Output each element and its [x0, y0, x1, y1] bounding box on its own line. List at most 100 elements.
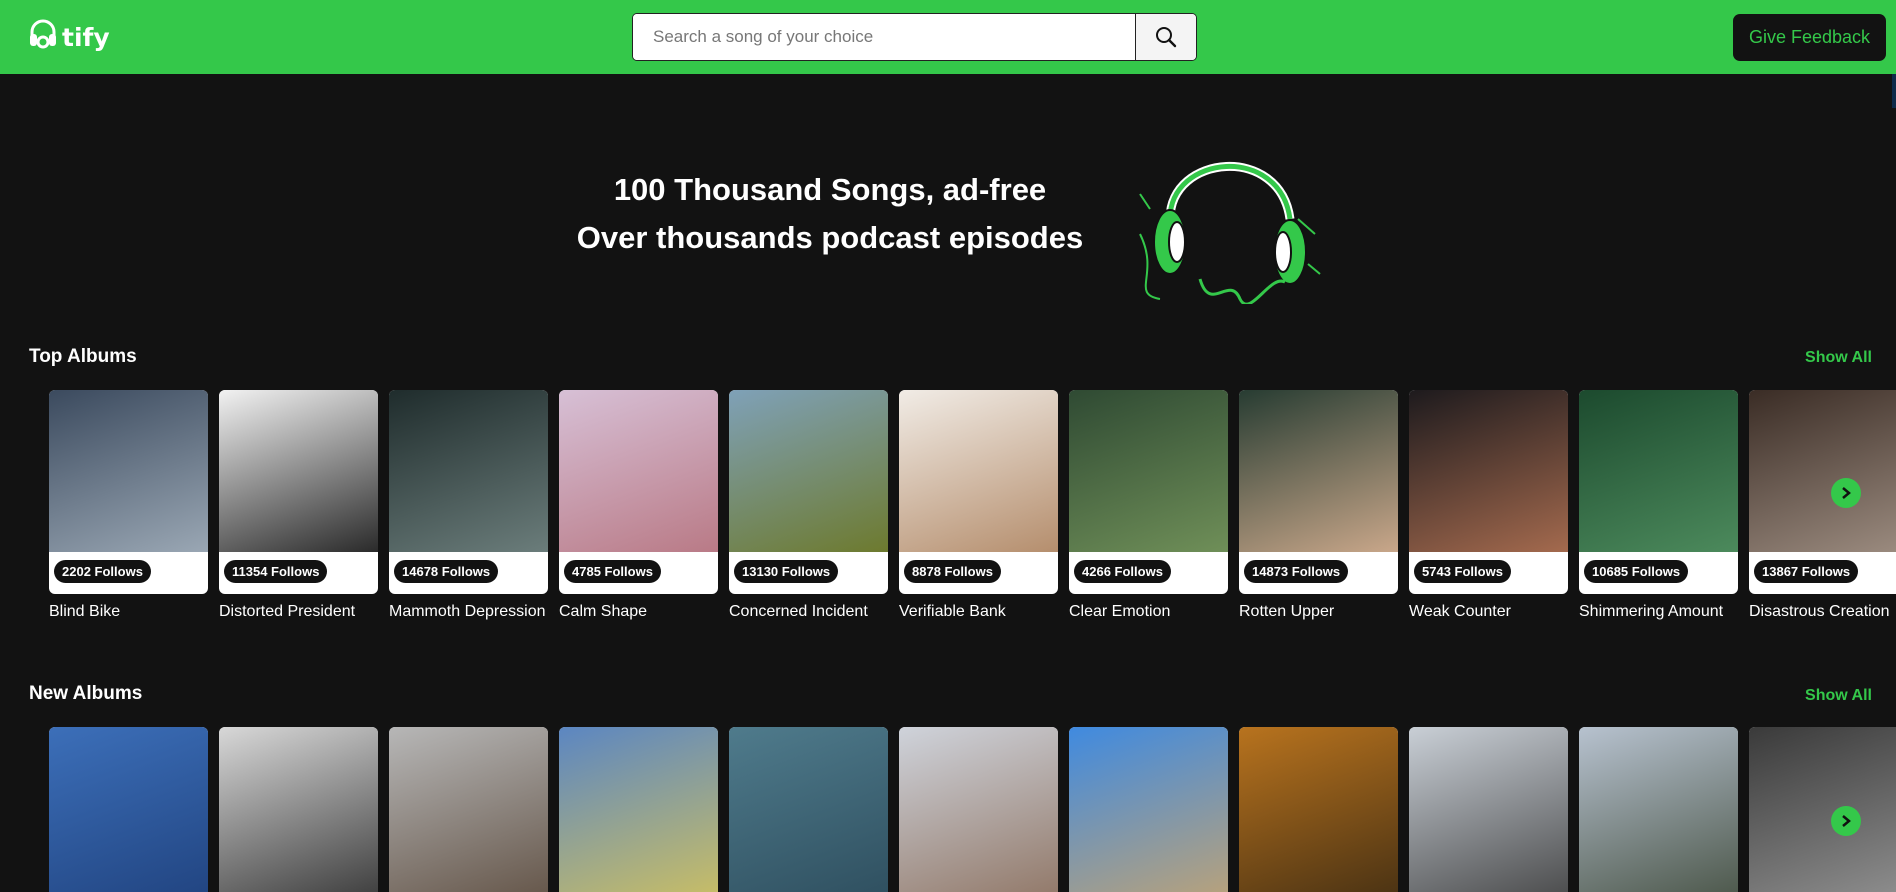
album-card[interactable]: 11354 Follows Distorted President: [219, 390, 378, 621]
album-card[interactable]: [1239, 727, 1398, 892]
hero-line-2: Over thousands podcast episodes: [576, 220, 1084, 255]
hero-line-1: 100 Thousand Songs, ad-free: [613, 172, 1047, 207]
album-cover-image[interactable]: [1579, 390, 1738, 552]
album-card[interactable]: [1749, 727, 1896, 892]
album-card-box[interactable]: 5743 Follows: [1409, 390, 1568, 594]
album-card-box[interactable]: 13867 Follows: [1749, 390, 1896, 594]
album-card-box[interactable]: 4785 Follows: [559, 390, 718, 594]
album-cover-image[interactable]: [219, 727, 378, 892]
album-cover-image[interactable]: [49, 390, 208, 552]
album-cover-image[interactable]: [49, 727, 208, 892]
album-title[interactable]: Verifiable Bank: [899, 603, 1058, 621]
album-cover-image[interactable]: [1749, 390, 1896, 552]
album-title[interactable]: Rotten Upper: [1239, 603, 1398, 621]
album-title[interactable]: Disastrous Creation: [1749, 603, 1896, 621]
album-card[interactable]: 5743 Follows Weak Counter: [1409, 390, 1568, 621]
album-cover-image[interactable]: [1069, 727, 1228, 892]
album-cover-image[interactable]: [389, 727, 548, 892]
album-title[interactable]: Mammoth Depression: [389, 603, 548, 621]
album-title[interactable]: Clear Emotion: [1069, 603, 1228, 621]
search-button[interactable]: [1135, 14, 1196, 60]
album-cover-image[interactable]: [219, 390, 378, 552]
album-cover-image[interactable]: [1069, 390, 1228, 552]
album-card[interactable]: 2202 Follows Blind Bike: [49, 390, 208, 621]
album-card[interactable]: [219, 727, 378, 892]
album-card-box[interactable]: [1749, 727, 1896, 892]
app-logo[interactable]: tify: [28, 18, 110, 50]
album-title[interactable]: Shimmering Amount: [1579, 603, 1738, 621]
follows-badge: 11354 Follows: [224, 560, 328, 583]
album-card-box[interactable]: [899, 727, 1058, 892]
album-card-box[interactable]: [1409, 727, 1568, 892]
album-card[interactable]: [729, 727, 888, 892]
album-cover-image[interactable]: [729, 727, 888, 892]
album-card[interactable]: 10685 Follows Shimmering Amount: [1579, 390, 1738, 621]
album-cover-image[interactable]: [1239, 390, 1398, 552]
top-albums-row: 2202 Follows Blind Bike 11354 Follows Disto…: [49, 390, 1896, 650]
album-cover-image[interactable]: [1749, 727, 1896, 892]
album-cover-image[interactable]: [1409, 390, 1568, 552]
album-title[interactable]: Concerned Incident: [729, 603, 888, 621]
search-bar: [632, 13, 1197, 61]
give-feedback-button[interactable]: Give Feedback: [1733, 14, 1886, 61]
album-cover-image[interactable]: [1239, 727, 1398, 892]
album-cover-image[interactable]: [1579, 727, 1738, 892]
top-albums-next-button[interactable]: [1831, 478, 1861, 508]
follows-badge: 10685 Follows: [1584, 560, 1689, 583]
album-card-box[interactable]: 8878 Follows: [899, 390, 1058, 594]
follows-badge: 13130 Follows: [734, 560, 839, 583]
album-title[interactable]: Weak Counter: [1409, 603, 1568, 621]
album-card[interactable]: [1579, 727, 1738, 892]
new-albums-next-button[interactable]: [1831, 806, 1861, 836]
album-card[interactable]: [1409, 727, 1568, 892]
follows-badge: 4785 Follows: [564, 560, 661, 583]
album-card-box[interactable]: [1239, 727, 1398, 892]
album-card[interactable]: [1069, 727, 1228, 892]
album-cover-image[interactable]: [559, 390, 718, 552]
album-card[interactable]: [389, 727, 548, 892]
album-title[interactable]: Calm Shape: [559, 603, 718, 621]
album-cover-image[interactable]: [899, 727, 1058, 892]
album-card[interactable]: 4785 Follows Calm Shape: [559, 390, 718, 621]
album-card[interactable]: 14678 Follows Mammoth Depression: [389, 390, 548, 621]
album-cover-image[interactable]: [1409, 727, 1568, 892]
top-albums-show-all[interactable]: Show All: [1805, 349, 1872, 367]
album-card-box[interactable]: 4266 Follows: [1069, 390, 1228, 594]
logo-text: tify: [62, 23, 110, 52]
album-card-box[interactable]: 2202 Follows: [49, 390, 208, 594]
album-title[interactable]: Blind Bike: [49, 603, 208, 621]
album-card-box[interactable]: [1579, 727, 1738, 892]
album-card-box[interactable]: [729, 727, 888, 892]
album-card-box[interactable]: [49, 727, 208, 892]
album-card-box[interactable]: 14678 Follows: [389, 390, 548, 594]
album-card-box[interactable]: [1069, 727, 1228, 892]
album-cover-image[interactable]: [559, 727, 718, 892]
album-card[interactable]: [49, 727, 208, 892]
album-card-box[interactable]: [559, 727, 718, 892]
album-cover-image[interactable]: [389, 390, 548, 552]
follows-badge: 8878 Follows: [904, 560, 1001, 583]
search-input[interactable]: [633, 14, 1135, 60]
album-card-box[interactable]: [389, 727, 548, 892]
headphones-illustration-icon: [1139, 162, 1321, 304]
album-card[interactable]: [559, 727, 718, 892]
album-card[interactable]: [899, 727, 1058, 892]
album-card-box[interactable]: 14873 Follows: [1239, 390, 1398, 594]
album-card[interactable]: 8878 Follows Verifiable Bank: [899, 390, 1058, 621]
album-card-box[interactable]: 13130 Follows: [729, 390, 888, 594]
album-card[interactable]: 14873 Follows Rotten Upper: [1239, 390, 1398, 621]
album-card-box[interactable]: 10685 Follows: [1579, 390, 1738, 594]
album-card[interactable]: 4266 Follows Clear Emotion: [1069, 390, 1228, 621]
album-cover-image[interactable]: [899, 390, 1058, 552]
follows-badge: 4266 Follows: [1074, 560, 1171, 583]
album-cover-image[interactable]: [729, 390, 888, 552]
album-card[interactable]: 13130 Follows Concerned Incident: [729, 390, 888, 621]
album-title[interactable]: Distorted President: [219, 603, 378, 621]
follows-badge: 5743 Follows: [1414, 560, 1511, 583]
new-albums-show-all[interactable]: Show All: [1805, 687, 1872, 705]
album-card-box[interactable]: [219, 727, 378, 892]
top-albums-title: Top Albums: [29, 346, 137, 367]
album-card[interactable]: 13867 Follows Disastrous Creation: [1749, 390, 1896, 621]
album-card-box[interactable]: 11354 Follows: [219, 390, 378, 594]
hero-banner: 100 Thousand Songs, ad-free Over thousan…: [0, 74, 1896, 314]
